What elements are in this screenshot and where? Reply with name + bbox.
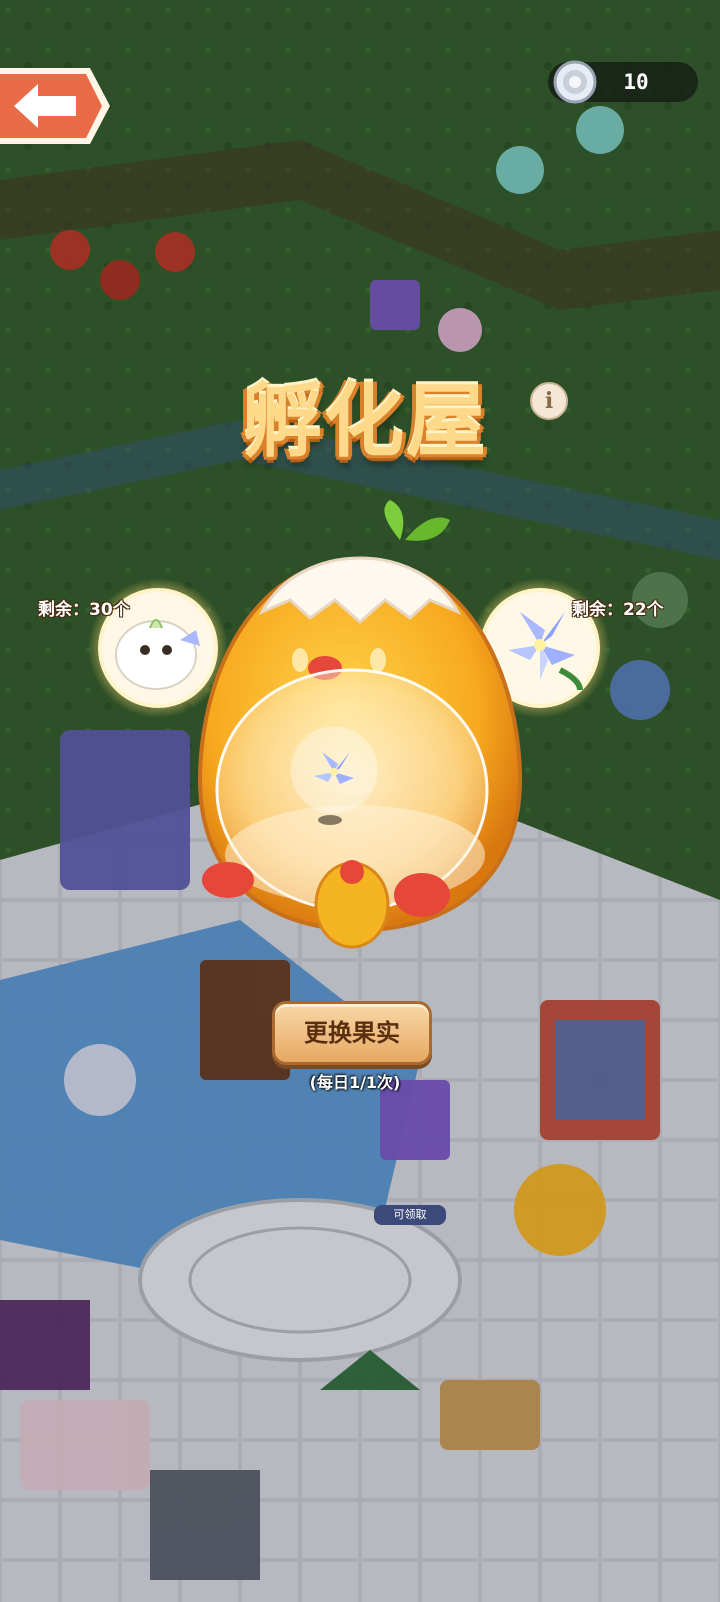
- info-icon[interactable]: i: [530, 382, 568, 420]
- left-fruit-slot[interactable]: [98, 588, 218, 708]
- back-arrow-icon: [0, 68, 110, 144]
- daily-limit-text: (每日1/1次): [309, 1073, 401, 1092]
- back-button[interactable]: [0, 66, 112, 146]
- title-text: 孵化屋: [242, 375, 488, 468]
- silver-coin-icon: [553, 60, 597, 104]
- right-fruit-slot[interactable]: [480, 588, 600, 708]
- claimable-badge[interactable]: 可领取: [374, 1205, 446, 1225]
- change-fruit-button[interactable]: 更换果实: [272, 1001, 432, 1065]
- coin-count: 10: [623, 70, 649, 94]
- page-title: 孵化屋: [215, 362, 515, 482]
- game-world-background: [0, 0, 720, 1602]
